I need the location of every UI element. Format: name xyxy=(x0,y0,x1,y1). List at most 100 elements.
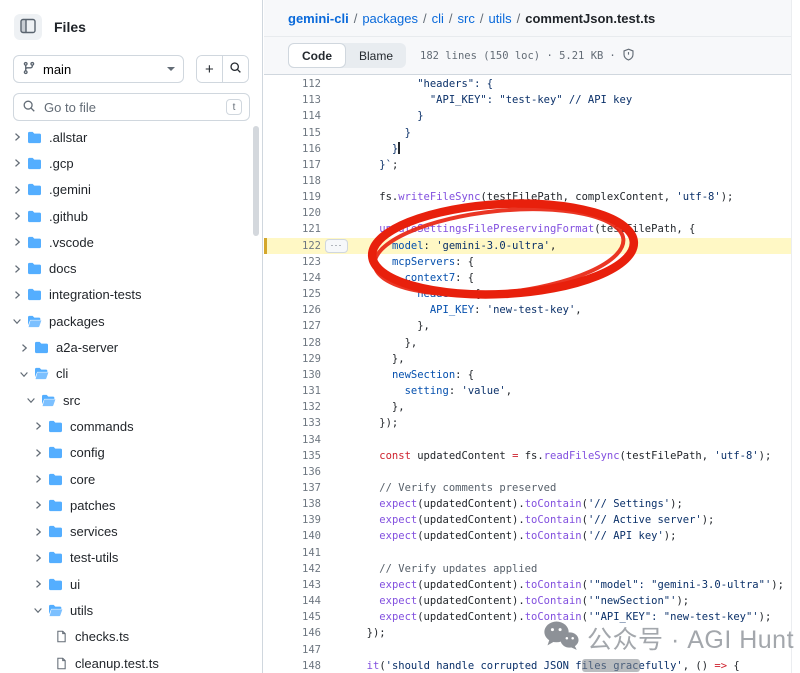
chevron-right-icon[interactable] xyxy=(10,210,24,222)
line-number[interactable]: 117 xyxy=(264,159,321,171)
tree-item-ui[interactable]: ui xyxy=(0,571,262,597)
line-number[interactable]: 139 xyxy=(264,514,321,526)
line-number[interactable]: 147 xyxy=(264,644,321,656)
line-number[interactable]: 134 xyxy=(264,434,321,446)
tree-item-a2a-server[interactable]: a2a-server xyxy=(0,334,262,360)
folder-icon xyxy=(27,288,42,301)
line-number[interactable]: 135 xyxy=(264,450,321,462)
chevron-right-icon[interactable] xyxy=(10,184,24,196)
chevron-right-icon[interactable] xyxy=(31,473,45,485)
chevron-right-icon[interactable] xyxy=(10,131,24,143)
line-number[interactable]: 131 xyxy=(264,385,321,397)
line-actions-kebab[interactable]: ··· xyxy=(325,239,348,253)
page-scrollbar[interactable] xyxy=(791,0,800,673)
line-number[interactable]: 132 xyxy=(264,401,321,413)
code-line-137: 137 // Verify comments preserved xyxy=(264,480,791,496)
tree-item-cli[interactable]: cli xyxy=(0,361,262,387)
line-number[interactable]: 116 xyxy=(264,143,321,155)
line-number[interactable]: 112 xyxy=(264,78,321,90)
chevron-right-icon[interactable] xyxy=(31,578,45,590)
breadcrumb-link-packages[interactable]: packages xyxy=(362,11,418,26)
sidebar-scrollbar[interactable] xyxy=(253,126,259,236)
go-to-file-input[interactable] xyxy=(13,93,250,121)
chevron-down-icon[interactable] xyxy=(17,368,31,380)
code-line-129: 129 }, xyxy=(264,351,791,367)
tree-item-src[interactable]: src xyxy=(0,387,262,413)
code-line-143: 143 expect(updatedContent).toContain('"m… xyxy=(264,577,791,593)
line-number[interactable]: 129 xyxy=(264,353,321,365)
new-file-button[interactable]: + xyxy=(197,56,223,82)
line-number[interactable]: 128 xyxy=(264,337,321,349)
breadcrumb-link-utils[interactable]: utils xyxy=(488,11,511,26)
line-number[interactable]: 118 xyxy=(264,175,321,187)
line-number[interactable]: 126 xyxy=(264,304,321,316)
search-tree-button[interactable] xyxy=(222,56,248,82)
line-number[interactable]: 144 xyxy=(264,595,321,607)
line-number[interactable]: 125 xyxy=(264,288,321,300)
line-number[interactable]: 137 xyxy=(264,482,321,494)
tree-item-patches[interactable]: patches xyxy=(0,492,262,518)
line-number[interactable]: 121 xyxy=(264,223,321,235)
chevron-right-icon[interactable] xyxy=(31,499,45,511)
code-text: mcpServers: { xyxy=(321,256,474,268)
chevron-right-icon[interactable] xyxy=(31,552,45,564)
tree-item-checks.ts[interactable]: checks.ts xyxy=(0,624,262,650)
chevron-right-icon[interactable] xyxy=(10,157,24,169)
breadcrumb-link-src[interactable]: src xyxy=(458,11,475,26)
breadcrumb-link-cli[interactable]: cli xyxy=(432,11,444,26)
line-number[interactable]: 142 xyxy=(264,563,321,575)
tree-item-docs[interactable]: docs xyxy=(0,255,262,281)
chevron-right-icon[interactable] xyxy=(10,289,24,301)
tree-item-commands[interactable]: commands xyxy=(0,413,262,439)
chevron-right-icon[interactable] xyxy=(31,447,45,459)
tree-item-core[interactable]: core xyxy=(0,466,262,492)
line-number[interactable]: 141 xyxy=(264,547,321,559)
tree-item-integration-tests[interactable]: integration-tests xyxy=(0,282,262,308)
chevron-right-icon[interactable] xyxy=(31,526,45,538)
tree-item-cleanup.test.ts[interactable]: cleanup.test.ts xyxy=(0,650,262,673)
shield-icon[interactable] xyxy=(622,48,635,64)
tree-item-.vscode[interactable]: .vscode xyxy=(0,229,262,255)
line-number[interactable]: 130 xyxy=(264,369,321,381)
line-number[interactable]: 124 xyxy=(264,272,321,284)
line-number[interactable]: 136 xyxy=(264,466,321,478)
line-number[interactable]: 148 xyxy=(264,660,321,672)
code-line-135: 135 const updatedContent = fs.readFileSy… xyxy=(264,448,791,464)
line-number[interactable]: 114 xyxy=(264,110,321,122)
tab-blame[interactable]: Blame xyxy=(346,43,406,68)
collapse-sidebar-button[interactable] xyxy=(14,14,42,40)
line-number[interactable]: 113 xyxy=(264,94,321,106)
tree-item-.allstar[interactable]: .allstar xyxy=(0,124,262,150)
tree-item-test-utils[interactable]: test-utils xyxy=(0,545,262,571)
tree-item-.github[interactable]: .github xyxy=(0,203,262,229)
line-number[interactable]: 145 xyxy=(264,611,321,623)
line-number[interactable]: 133 xyxy=(264,417,321,429)
tree-item-.gcp[interactable]: .gcp xyxy=(0,150,262,176)
breadcrumb-link-gemini-cli[interactable]: gemini-cli xyxy=(288,11,349,26)
chevron-down-icon[interactable] xyxy=(31,604,45,616)
line-number[interactable]: 122 xyxy=(264,240,321,252)
line-number[interactable]: 143 xyxy=(264,579,321,591)
tree-item-services[interactable]: services xyxy=(0,518,262,544)
code-line-122: 122··· model: 'gemini-3.0-ultra', xyxy=(264,238,791,254)
line-number[interactable]: 115 xyxy=(264,127,321,139)
line-number[interactable]: 138 xyxy=(264,498,321,510)
tree-item-packages[interactable]: packages xyxy=(0,308,262,334)
tree-item-.gemini[interactable]: .gemini xyxy=(0,177,262,203)
chevron-down-icon[interactable] xyxy=(24,394,38,406)
chevron-right-icon[interactable] xyxy=(31,420,45,432)
tree-item-utils[interactable]: utils xyxy=(0,597,262,623)
branch-selector[interactable]: main xyxy=(13,55,184,83)
line-number[interactable]: 127 xyxy=(264,320,321,332)
chevron-right-icon[interactable] xyxy=(10,236,24,248)
line-number[interactable]: 119 xyxy=(264,191,321,203)
line-number[interactable]: 146 xyxy=(264,627,321,639)
chevron-right-icon[interactable] xyxy=(10,263,24,275)
tab-code[interactable]: Code xyxy=(288,43,346,68)
chevron-down-icon[interactable] xyxy=(10,315,24,327)
line-number[interactable]: 123 xyxy=(264,256,321,268)
line-number[interactable]: 140 xyxy=(264,530,321,542)
tree-item-config[interactable]: config xyxy=(0,440,262,466)
line-number[interactable]: 120 xyxy=(264,207,321,219)
chevron-right-icon[interactable] xyxy=(17,342,31,354)
